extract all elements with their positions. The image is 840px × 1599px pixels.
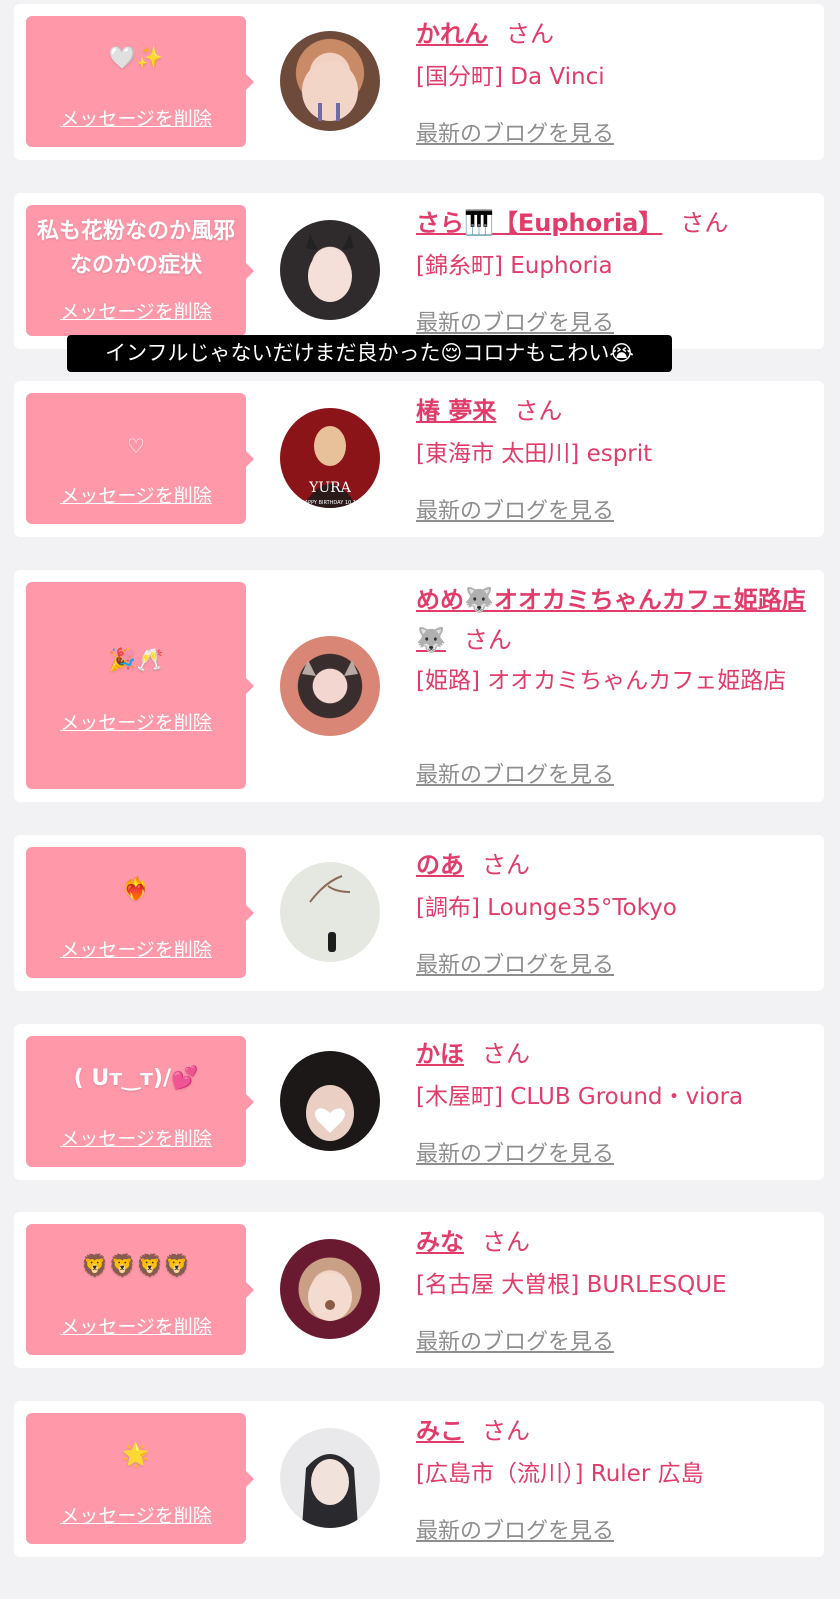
message-card: 私も花粉なのか風邪なのかの症状 メッセージを削除 さら🎹【Euphoria】 さん… <box>14 193 824 349</box>
honorific: さん <box>482 1228 530 1256</box>
avatar-image: YURA HAPPY BIRTHDAY 10.16 <box>301 426 359 508</box>
message-card: 🤍✨ メッセージを削除 かれん さん [国分町] Da Vinci 最新のブログを… <box>14 4 824 160</box>
shop-info: [調布] Lounge35°Tokyo <box>416 895 677 921</box>
shop-info: [広島市（流川）] Ruler 広島 <box>416 1461 704 1487</box>
sender-name-line: みな さん <box>416 1222 810 1262</box>
message-card: 🌟 メッセージを削除 みこ さん [広島市（流川）] Ruler 広島 最新のブロ… <box>14 1401 824 1557</box>
avatar-image <box>302 660 358 676</box>
latest-blog-link[interactable]: 最新のブログを見る <box>416 947 614 979</box>
message-card: 🎉🥂 メッセージを削除 めめ🐺オオカミちゃんカフェ姫路店🐺 さん [姫路] オオカ… <box>14 570 824 802</box>
message-text: ( Uт‿т)/💕 <box>73 1066 199 1091</box>
delete-message-link[interactable]: メッセージを削除 <box>26 708 246 735</box>
latest-blog-link[interactable]: 最新のブログを見る <box>416 1513 614 1545</box>
sender-name-line: かれん さん <box>416 14 810 54</box>
shop-info: [国分町] Da Vinci <box>416 64 605 90</box>
sender-name-link[interactable]: 椿 夢来 <box>416 397 496 425</box>
message-bubble: 🤍✨ メッセージを削除 <box>26 16 254 147</box>
sender-name-line: かほ さん <box>416 1034 810 1074</box>
avatar[interactable] <box>280 1428 380 1528</box>
message-card: ( Uт‿т)/💕 メッセージを削除 かほ さん [木屋町] CLUB Groun… <box>14 1024 824 1180</box>
honorific: さん <box>514 397 563 425</box>
shop-info: [木屋町] CLUB Ground・viora <box>416 1084 744 1110</box>
honorific: さん <box>463 626 512 654</box>
latest-blog-link[interactable]: 最新のブログを見る <box>416 757 614 789</box>
sender-name-link[interactable]: かれん <box>416 20 488 48</box>
avatar[interactable] <box>280 31 380 131</box>
sender-name-line: みこ さん <box>416 1411 810 1451</box>
sender-name-link[interactable]: みな <box>416 1228 464 1256</box>
message-bubble: ♡ メッセージを削除 <box>26 393 254 524</box>
sender-name-link[interactable]: のあ <box>416 851 464 879</box>
delete-message-link[interactable]: メッセージを削除 <box>26 1124 246 1151</box>
avatar[interactable] <box>280 1051 380 1151</box>
delete-message-link[interactable]: メッセージを削除 <box>26 297 246 324</box>
message-text: 🎉🥂 <box>108 648 164 673</box>
message-text: ♡ <box>127 434 145 458</box>
latest-blog-link[interactable]: 最新のブログを見る <box>416 305 614 337</box>
avatar[interactable] <box>280 636 380 736</box>
honorific: さん <box>482 851 530 879</box>
avatar-image <box>306 234 354 302</box>
honorific: さん <box>506 20 554 48</box>
latest-blog-link[interactable]: 最新のブログを見る <box>416 493 614 525</box>
message-text: 🌟 <box>122 1443 150 1468</box>
honorific: さん <box>680 209 729 237</box>
sender-name-line: のあ さん <box>416 845 810 885</box>
avatar[interactable] <box>280 1239 380 1339</box>
honorific: さん <box>482 1417 530 1445</box>
message-card: ❤️‍🔥 メッセージを削除 のあ さん [調布] Lounge35°Tokyo 最… <box>14 835 824 991</box>
message-bubble: 私も花粉なのか風邪なのかの症状 メッセージを削除 <box>26 205 254 336</box>
message-text: ❤️‍🔥 <box>122 877 150 902</box>
avatar-subtext: HAPPY BIRTHDAY 10.16 <box>301 500 359 506</box>
latest-blog-link[interactable]: 最新のブログを見る <box>416 1136 614 1168</box>
sender-name-line: めめ🐺オオカミちゃんカフェ姫路店🐺 さん <box>416 580 810 660</box>
avatar[interactable]: YURA HAPPY BIRTHDAY 10.16 <box>280 408 380 508</box>
message-bubble: ❤️‍🔥 メッセージを削除 <box>26 847 254 978</box>
shop-info: [錦糸町] Euphoria <box>416 253 613 279</box>
shop-info: [東海市 太田川] esprit <box>416 441 653 467</box>
avatar-image <box>302 1454 358 1528</box>
message-bubble: 🦁🦁🦁🦁 メッセージを削除 <box>26 1224 254 1355</box>
delete-message-link[interactable]: メッセージを削除 <box>26 1312 246 1339</box>
delete-message-link[interactable]: メッセージを削除 <box>26 935 246 962</box>
avatar-text: YURA <box>308 480 352 496</box>
sender-name-link[interactable]: さら🎹【Euphoria】 <box>416 209 662 237</box>
sender-name-link[interactable]: みこ <box>416 1417 464 1445</box>
message-card: 🦁🦁🦁🦁 メッセージを削除 みな さん [名古屋 大曽根] BURLESQUE 最… <box>14 1212 824 1368</box>
message-bubble: ( Uт‿т)/💕 メッセージを削除 <box>26 1036 254 1167</box>
avatar[interactable] <box>280 220 380 320</box>
avatar-image <box>308 1273 352 1321</box>
message-text: 🤍✨ <box>108 46 164 71</box>
delete-message-link[interactable]: メッセージを削除 <box>26 481 246 508</box>
avatar-image <box>309 875 351 952</box>
latest-blog-link[interactable]: 最新のブログを見る <box>416 116 614 148</box>
delete-message-link[interactable]: メッセージを削除 <box>26 104 246 131</box>
sender-name-link[interactable]: かほ <box>416 1040 464 1068</box>
caption-overlay: インフルじゃないだけまだ良かった😌コロナもこわい😭 <box>67 335 672 372</box>
message-card: ♡ メッセージを削除 YURA HAPPY BIRTHDAY 10.16 椿 夢… <box>14 381 824 537</box>
avatar[interactable] <box>280 862 380 962</box>
latest-blog-link[interactable]: 最新のブログを見る <box>416 1324 614 1356</box>
shop-info: [名古屋 大曽根] BURLESQUE <box>416 1272 727 1298</box>
avatar-image <box>302 61 358 121</box>
message-text: 私も花粉なのか風邪なのかの症状 <box>36 219 235 278</box>
sender-name-line: さら🎹【Euphoria】 さん <box>416 203 810 243</box>
shop-info: [姫路] オオカミちゃんカフェ姫路店 <box>416 668 787 694</box>
honorific: さん <box>482 1040 530 1068</box>
avatar-image <box>306 1085 354 1141</box>
sender-name-line: 椿 夢来 さん <box>416 391 810 431</box>
message-bubble: 🎉🥂 メッセージを削除 <box>26 582 254 789</box>
message-text: 🦁🦁🦁🦁 <box>81 1254 191 1279</box>
message-bubble: 🌟 メッセージを削除 <box>26 1413 254 1544</box>
delete-message-link[interactable]: メッセージを削除 <box>26 1501 246 1528</box>
